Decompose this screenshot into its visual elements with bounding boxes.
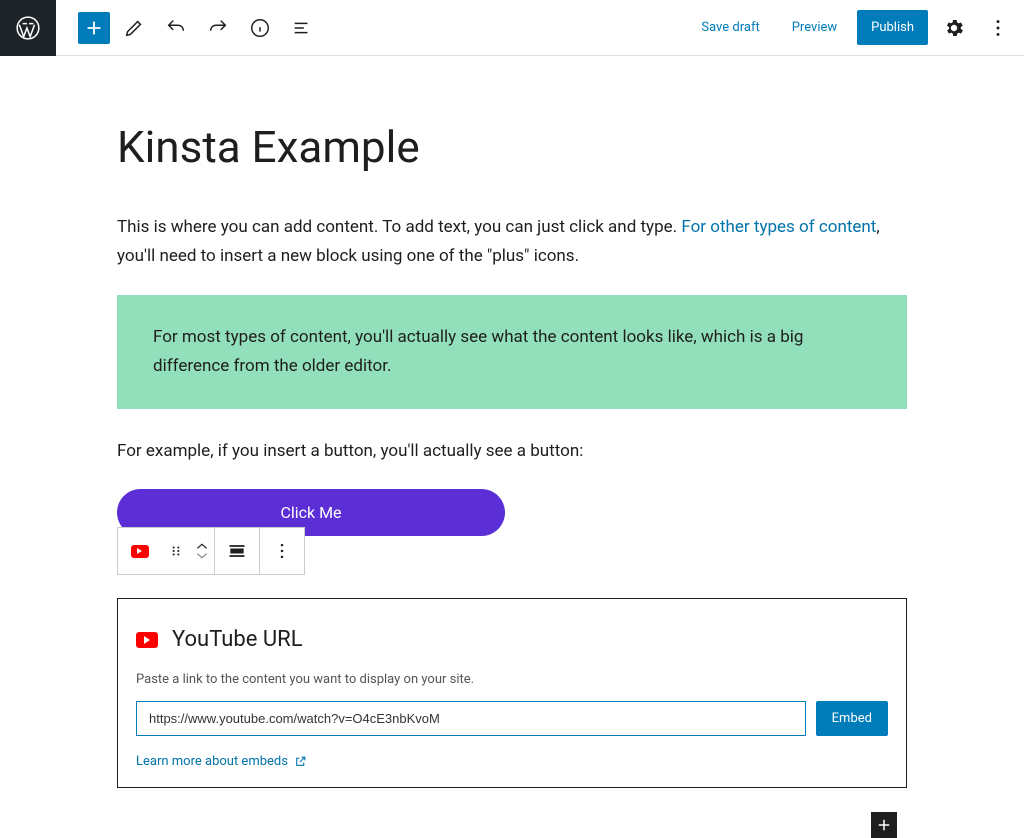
post-title[interactable]: Kinsta Example — [117, 121, 907, 173]
chevron-up-icon — [195, 542, 209, 550]
embed-url-input[interactable] — [136, 701, 806, 736]
embed-header: YouTube URL — [136, 627, 888, 652]
embed-title: YouTube URL — [172, 627, 303, 652]
settings-button[interactable] — [936, 10, 972, 46]
wordpress-icon — [15, 15, 41, 41]
publish-button[interactable]: Publish — [857, 10, 928, 45]
external-link-icon — [294, 755, 307, 768]
plus-icon — [875, 816, 893, 834]
learn-more-link[interactable]: Learn more about embeds — [136, 754, 307, 769]
drag-handle[interactable] — [162, 528, 190, 574]
content-types-link[interactable]: For other types of content — [681, 217, 876, 237]
more-menu-button[interactable] — [980, 10, 1016, 46]
info-button[interactable] — [242, 10, 278, 46]
paragraph-block[interactable]: For example, if you insert a button, you… — [117, 437, 907, 466]
redo-button[interactable] — [200, 10, 236, 46]
redo-icon — [207, 17, 229, 39]
undo-button[interactable] — [158, 10, 194, 46]
learn-more-text: Learn more about embeds — [136, 754, 288, 769]
editor-canvas: Kinsta Example This is where you can add… — [117, 56, 907, 828]
youtube-icon — [131, 545, 149, 558]
chevron-down-icon — [195, 552, 209, 560]
embed-input-row: Embed — [136, 701, 888, 736]
add-block-inline-button[interactable] — [871, 812, 897, 838]
wp-logo-home[interactable] — [0, 0, 56, 56]
toolbar-left — [56, 10, 320, 46]
outline-button[interactable] — [284, 10, 320, 46]
more-vertical-icon — [987, 17, 1009, 39]
block-type-button[interactable] — [118, 528, 162, 574]
text: This is where you can add content. To ad… — [117, 217, 681, 237]
youtube-embed-block: YouTube URL Paste a link to the content … — [117, 598, 907, 788]
undo-icon — [165, 17, 187, 39]
block-toolbar — [117, 527, 305, 575]
info-icon — [249, 17, 271, 39]
block-more-button[interactable] — [260, 528, 304, 574]
align-icon — [227, 541, 247, 561]
drag-icon — [169, 544, 183, 558]
pencil-icon — [123, 17, 145, 39]
list-icon — [291, 17, 313, 39]
add-block-button[interactable] — [78, 12, 110, 44]
toolbar-right: Save draft Preview Publish — [689, 10, 1016, 46]
editor-toolbar: Save draft Preview Publish — [0, 0, 1024, 56]
save-draft-button[interactable]: Save draft — [689, 12, 771, 43]
embed-submit-button[interactable]: Embed — [816, 701, 888, 736]
embed-description: Paste a link to the content you want to … — [136, 672, 888, 687]
gear-icon — [943, 17, 965, 39]
plus-icon — [83, 17, 105, 39]
preview-button[interactable]: Preview — [780, 12, 849, 43]
edit-mode-button[interactable] — [116, 10, 152, 46]
align-button[interactable] — [215, 528, 259, 574]
youtube-icon — [136, 632, 158, 648]
more-vertical-icon — [272, 541, 292, 561]
callout-block[interactable]: For most types of content, you'll actual… — [117, 295, 907, 409]
paragraph-block[interactable]: This is where you can add content. To ad… — [117, 213, 907, 271]
move-controls[interactable] — [190, 528, 214, 574]
